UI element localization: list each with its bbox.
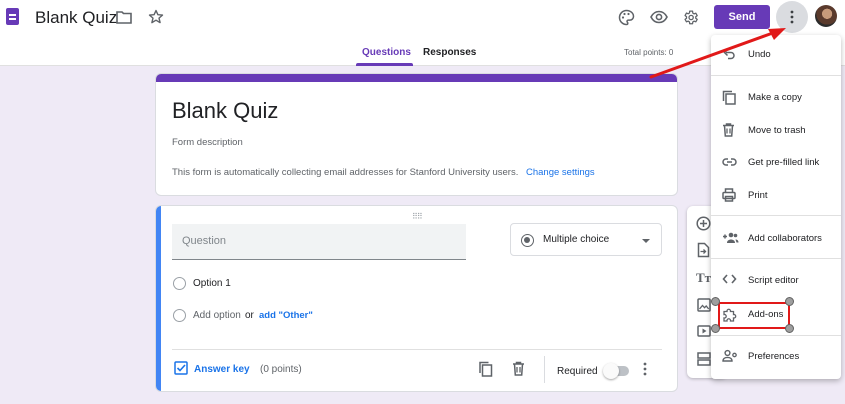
email-collection-notice: This form is automatically collecting em…: [172, 167, 595, 178]
form-description-field[interactable]: Form description: [172, 137, 243, 148]
top-bar: Blank Quiz Send: [0, 0, 845, 36]
menu-separator: [711, 75, 841, 76]
or-text: or: [245, 310, 254, 321]
add-image-icon[interactable]: [697, 298, 711, 312]
answer-key-checkbox-icon[interactable]: [174, 361, 188, 375]
question-type-label: Multiple choice: [543, 234, 610, 245]
menu-item-preferences[interactable]: Preferences: [711, 344, 841, 370]
answer-key-button[interactable]: Answer key: [194, 364, 250, 375]
active-question-indicator: [156, 206, 161, 391]
document-title[interactable]: Blank Quiz: [35, 8, 117, 28]
more-options-button[interactable]: [776, 1, 808, 33]
add-question-icon[interactable]: [696, 216, 711, 231]
question-type-dropdown[interactable]: Multiple choice: [510, 223, 662, 256]
selection-handle: [711, 297, 720, 306]
menu-item-print[interactable]: Print: [711, 183, 841, 209]
add-other-link[interactable]: add "Other": [259, 310, 313, 321]
tab-questions[interactable]: Questions: [362, 47, 411, 58]
undo-icon: [723, 48, 735, 60]
add-video-icon[interactable]: [697, 325, 711, 337]
required-label: Required: [557, 366, 598, 377]
total-points-label: Total points: 0: [624, 48, 674, 57]
radio-button-icon: [521, 234, 534, 247]
form-header-card: Blank Quiz Form description This form is…: [155, 73, 678, 196]
menu-label-add-collaborators: Add collaborators: [748, 233, 822, 244]
code-icon: [722, 274, 737, 284]
menu-item-make-a-copy[interactable]: Make a copy: [711, 85, 841, 111]
palette-icon[interactable]: [618, 9, 635, 26]
form-title-field[interactable]: Blank Quiz: [172, 98, 278, 124]
drag-handle-icon[interactable]: ⠿⠿: [412, 212, 423, 221]
more-vert-icon: [790, 10, 794, 24]
question-title-input[interactable]: Question: [172, 224, 466, 260]
delete-trash-icon[interactable]: [512, 361, 525, 376]
add-collaborators-icon: [723, 232, 739, 243]
preferences-icon: [722, 349, 737, 362]
send-button[interactable]: Send: [714, 5, 770, 29]
question-placeholder: Question: [182, 235, 227, 247]
card-footer-divider: [172, 349, 662, 350]
menu-label-move-to-trash: Move to trash: [748, 125, 806, 136]
footer-vertical-divider: [544, 356, 545, 383]
change-settings-link[interactable]: Change settings: [526, 167, 595, 178]
menu-separator: [711, 258, 841, 259]
menu-label-preferences: Preferences: [748, 351, 800, 362]
import-questions-icon[interactable]: [697, 242, 710, 258]
trash-icon: [723, 123, 734, 137]
duplicate-icon[interactable]: [478, 361, 493, 377]
folder-icon[interactable]: [116, 10, 132, 24]
option-1-label[interactable]: Option 1: [193, 278, 231, 289]
menu-label-script-editor: Script editor: [748, 275, 799, 286]
menu-item-undo[interactable]: Undo: [711, 42, 841, 68]
link-icon: [722, 158, 737, 166]
settings-gear-icon[interactable]: [682, 9, 699, 26]
add-title-icon[interactable]: Tт: [696, 270, 711, 286]
add-ons-highlight-box: [718, 302, 790, 329]
menu-separator: [711, 215, 841, 216]
preview-eye-icon[interactable]: [650, 10, 668, 24]
required-toggle[interactable]: [603, 363, 629, 379]
forms-logo-icon[interactable]: [6, 8, 19, 25]
menu-separator: [711, 335, 841, 336]
add-option-radio: [173, 309, 186, 322]
add-section-icon[interactable]: [697, 352, 711, 366]
header-accent-band: [156, 74, 677, 82]
menu-item-add-collaborators[interactable]: Add collaborators: [711, 226, 841, 252]
email-notice-text: This form is automatically collecting em…: [172, 167, 519, 178]
print-icon: [722, 188, 736, 202]
tab-responses[interactable]: Responses: [423, 47, 476, 58]
add-option-link[interactable]: Add option: [193, 310, 241, 321]
selection-handle: [711, 324, 720, 333]
selection-handle: [785, 297, 794, 306]
active-tab-indicator: [356, 63, 413, 66]
menu-label-make-a-copy: Make a copy: [748, 92, 802, 103]
star-icon[interactable]: [148, 9, 164, 25]
question-card[interactable]: ⠿⠿ Question Multiple choice Option 1 Add…: [155, 205, 678, 392]
menu-label-undo: Undo: [748, 49, 771, 60]
menu-item-script-editor[interactable]: Script editor: [711, 268, 841, 294]
menu-item-move-to-trash[interactable]: Move to trash: [711, 118, 841, 144]
menu-item-get-pre-filled-link[interactable]: Get pre-filled link: [711, 150, 841, 176]
points-label: (0 points): [260, 364, 302, 375]
dropdown-arrow-icon: [642, 239, 650, 243]
selection-handle: [785, 324, 794, 333]
menu-label-print: Print: [748, 190, 768, 201]
account-avatar[interactable]: [815, 5, 837, 27]
question-more-icon[interactable]: [643, 362, 647, 376]
copy-icon: [722, 90, 736, 105]
menu-label-get-pre-filled-link: Get pre-filled link: [748, 157, 820, 168]
option-1-radio: [173, 277, 186, 290]
